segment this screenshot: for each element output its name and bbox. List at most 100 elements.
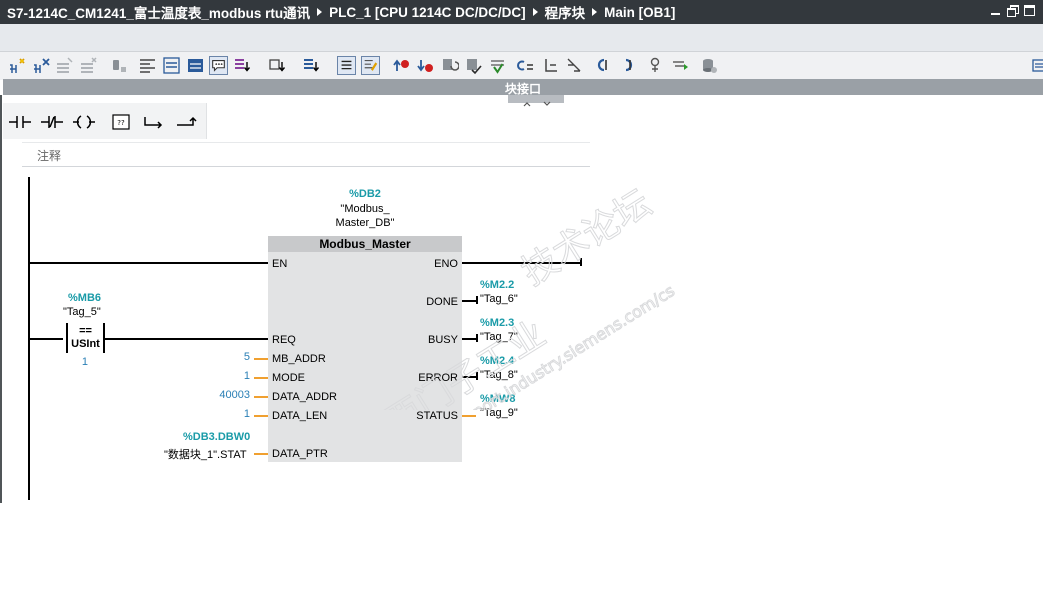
favorites-icon[interactable] — [233, 56, 252, 75]
jump-forward-icon[interactable] — [594, 56, 613, 75]
monitor-on-off-icon[interactable] — [671, 56, 690, 75]
network-comment[interactable]: 注释 — [37, 147, 61, 164]
normally-open-contact-icon[interactable] — [7, 113, 33, 131]
compare-operand-tag[interactable]: "Tag_5" — [63, 306, 101, 318]
editor-left-border — [0, 95, 2, 503]
compare-value[interactable]: 1 — [66, 356, 88, 368]
close-branch-icon[interactable] — [173, 113, 199, 131]
open-all-networks-icon[interactable] — [138, 56, 157, 75]
block-interface-bar[interactable]: 块接口 — [3, 79, 1043, 107]
status-tag[interactable]: "Tag_9" — [480, 407, 518, 419]
done-address[interactable]: %M2.2 — [480, 279, 514, 291]
busy-wire-end — [476, 334, 478, 342]
breadcrumb-separator-icon — [317, 8, 323, 16]
data-addr-value[interactable]: 40003 — [190, 389, 250, 401]
network-comment-border — [22, 166, 590, 167]
absolute-operands-icon[interactable] — [268, 56, 287, 75]
status-address[interactable]: %MW8 — [480, 393, 515, 405]
operand-display-icon[interactable] — [337, 56, 356, 75]
data-ptr-address[interactable]: %DB3.DBW0 — [183, 431, 250, 443]
go-to-next-error-icon[interactable] — [416, 56, 435, 75]
compare-operand-address[interactable]: %MB6 — [68, 292, 101, 304]
compile-icon[interactable] — [464, 56, 483, 75]
instance-db-address[interactable]: %DB2 — [330, 188, 400, 200]
pin-mode[interactable]: MODE — [272, 372, 305, 384]
minimize-icon[interactable] — [990, 5, 1001, 16]
error-tag[interactable]: "Tag_8" — [480, 369, 518, 381]
normally-closed-contact-icon[interactable] — [39, 113, 65, 131]
open-branch-icon[interactable] — [141, 113, 167, 131]
empty-box-icon[interactable]: ?? — [109, 113, 135, 131]
instance-db-name-line1[interactable]: "Modbus_ — [320, 203, 410, 215]
breadcrumb: S7-1214C_CM1241_富士温度表_modbus rtu通讯 PLC_1… — [7, 2, 675, 22]
block-name: Modbus_Master — [319, 237, 411, 251]
compare-operator: == — [79, 325, 92, 337]
breadcrumb-program-blocks[interactable]: 程序块 — [545, 2, 586, 22]
en-wire — [30, 262, 268, 264]
breadcrumb-plc[interactable]: PLC_1 [CPU 1214C DC/DC/DC] — [329, 5, 526, 20]
editor-header-band — [0, 24, 1043, 51]
pin-en[interactable]: EN — [272, 258, 287, 270]
expand-networks-icon[interactable] — [186, 56, 205, 75]
pin-eno[interactable]: ENO — [380, 258, 458, 270]
pin-busy[interactable]: BUSY — [380, 334, 458, 346]
editor-toolbar — [0, 51, 1043, 80]
mb-addr-param-wire — [254, 358, 268, 360]
database-icon[interactable] — [700, 56, 719, 75]
show-tags-icon[interactable] — [302, 56, 321, 75]
tree-icon[interactable] — [541, 56, 560, 75]
insert-row-icon[interactable] — [55, 56, 74, 75]
data-len-value[interactable]: 1 — [190, 408, 250, 420]
go-to-previous-error-icon[interactable] — [392, 56, 411, 75]
close-all-networks-icon[interactable] — [162, 56, 181, 75]
breadcrumb-main-ob1[interactable]: Main [OB1] — [604, 5, 675, 20]
pin-data-addr[interactable]: DATA_ADDR — [272, 391, 337, 403]
compare-data-type[interactable]: USInt — [66, 338, 105, 350]
pin-req[interactable]: REQ — [272, 334, 296, 346]
watch-icon[interactable] — [618, 56, 637, 75]
panel-toggle-icon[interactable] — [1030, 56, 1043, 75]
delete-network-icon[interactable] — [32, 56, 51, 75]
monitoring-icon[interactable] — [488, 56, 507, 75]
pin-done[interactable]: DONE — [380, 296, 458, 308]
breadcrumb-separator-icon — [532, 8, 538, 16]
busy-tag[interactable]: "Tag_7" — [480, 331, 518, 343]
output-coil-icon[interactable] — [71, 113, 97, 131]
mb-addr-value[interactable]: 5 — [190, 351, 250, 363]
pin-mb-addr[interactable]: MB_ADDR — [272, 353, 326, 365]
eno-wire-end — [580, 258, 582, 266]
jump-back-icon[interactable] — [565, 56, 584, 75]
lad-instruction-palette: ?? — [3, 103, 207, 139]
data-ptr-tag[interactable]: "数据块_1".STAT — [164, 446, 247, 462]
error-address[interactable]: %M2.4 — [480, 355, 514, 367]
instance-db-name-line2[interactable]: Master_DB" — [320, 217, 410, 229]
maximize-icon[interactable] — [1024, 5, 1035, 16]
mode-value[interactable]: 1 — [190, 370, 250, 382]
window-controls — [990, 5, 1035, 17]
pin-status[interactable]: STATUS — [380, 410, 458, 422]
list-icon[interactable] — [516, 56, 535, 75]
pin-data-len[interactable]: DATA_LEN — [272, 410, 327, 422]
pin-error[interactable]: ERROR — [380, 372, 458, 384]
update-call-icon[interactable] — [440, 56, 459, 75]
toggle-view-icon[interactable] — [361, 56, 380, 75]
busy-address[interactable]: %M2.3 — [480, 317, 514, 329]
done-wire-end — [476, 296, 478, 304]
error-wire-end — [476, 372, 478, 380]
block-interface-splitter-handle[interactable] — [508, 95, 564, 107]
req-left-wire — [30, 338, 66, 340]
breadcrumb-project[interactable]: S7-1214C_CM1241_富士温度表_modbus rtu通讯 — [7, 2, 310, 22]
breadcrumb-separator-icon — [592, 8, 598, 16]
status-param-wire — [462, 415, 476, 417]
svg-text:??: ?? — [117, 119, 125, 127]
network-comments-icon[interactable] — [209, 56, 228, 75]
force-icon[interactable] — [647, 56, 666, 75]
done-tag[interactable]: "Tag_6" — [480, 293, 518, 305]
reset-start-values-icon[interactable] — [110, 56, 129, 75]
insert-network-icon[interactable] — [8, 56, 27, 75]
add-row-icon[interactable] — [79, 56, 98, 75]
mode-param-wire — [254, 377, 268, 379]
restore-icon[interactable] — [1007, 5, 1019, 17]
req-right-wire — [104, 338, 268, 340]
pin-data-ptr[interactable]: DATA_PTR — [272, 448, 328, 460]
